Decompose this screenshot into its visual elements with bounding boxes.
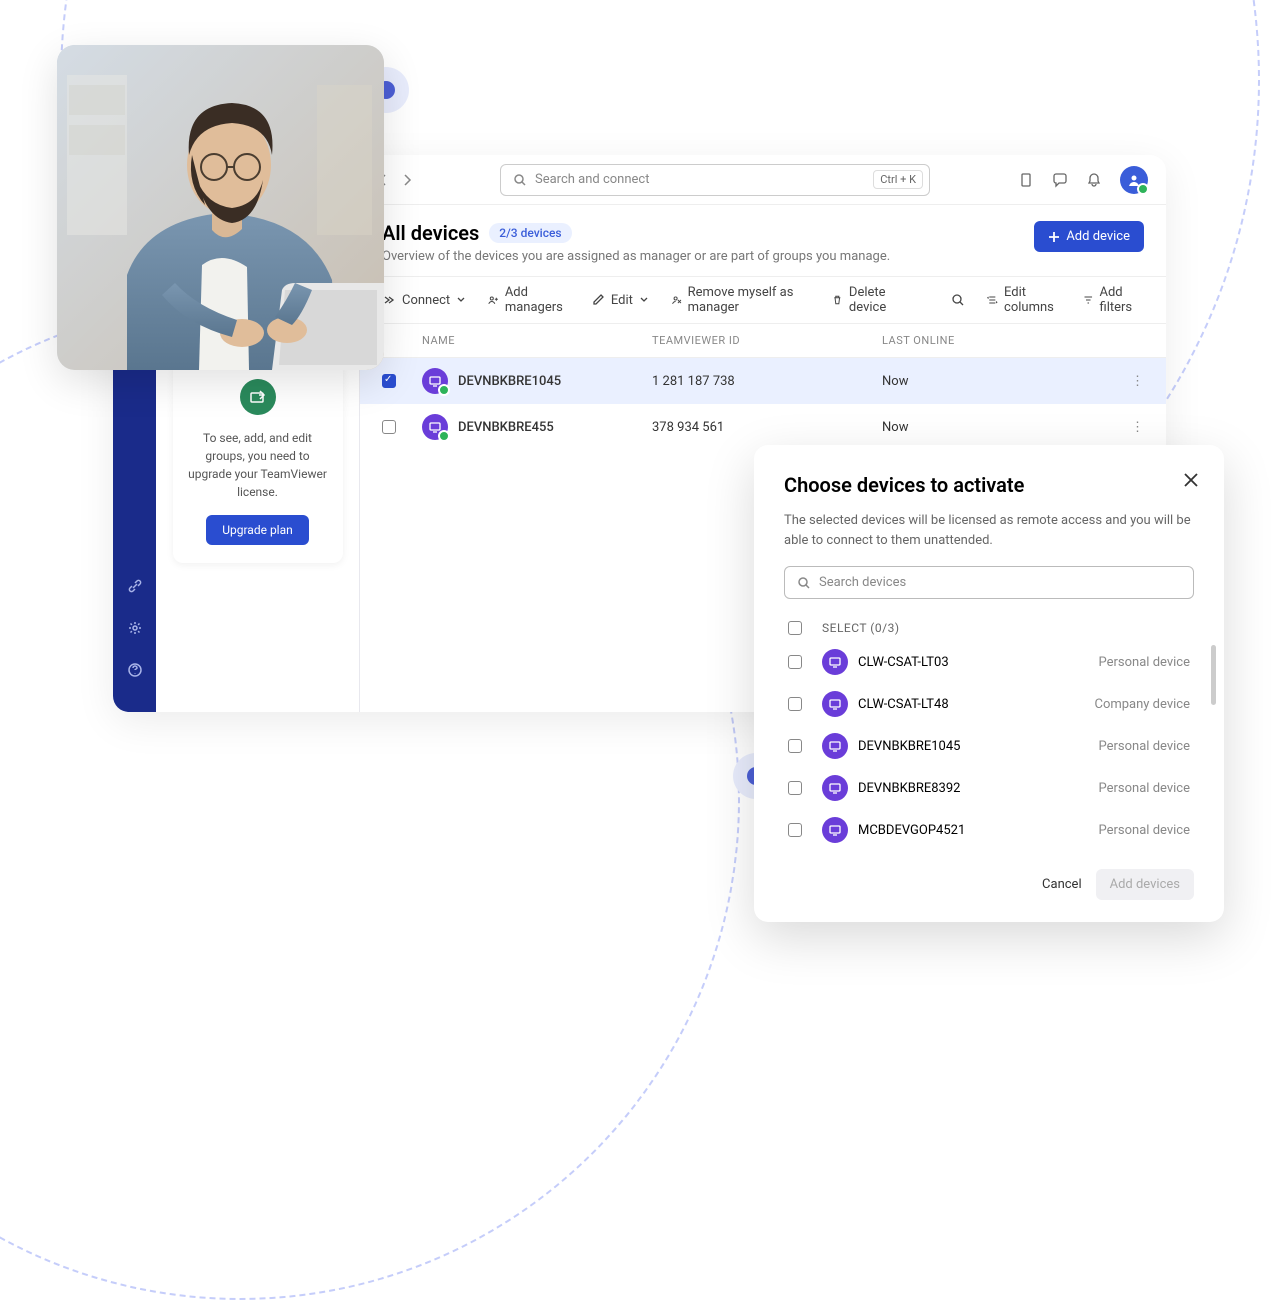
list-item[interactable]: MCBDEVGOP4521 Personal device — [784, 809, 1194, 851]
table-row[interactable]: DEVNBKBRE455 378 934 561 Now ⋮ — [360, 404, 1166, 450]
edit-columns-button[interactable]: Edit columns — [987, 285, 1061, 315]
connect-button[interactable]: Connect — [382, 293, 466, 308]
select-label: SELECT (0/3) — [822, 621, 900, 635]
list-item[interactable]: DEVNBKBRE8392 Personal device — [784, 767, 1194, 809]
device-online: Now — [882, 420, 1114, 435]
remove-self-button[interactable]: Remove myself as manager — [671, 285, 810, 315]
add-managers-button[interactable]: Add managers — [488, 285, 569, 315]
col-id[interactable]: TEAMVIEWER ID — [652, 334, 882, 347]
device-icon — [822, 817, 848, 843]
bell-icon[interactable] — [1086, 172, 1102, 188]
search-placeholder: Search and connect — [535, 172, 650, 187]
item-type: Personal device — [1099, 739, 1190, 754]
item-checkbox[interactable] — [788, 655, 802, 669]
row-menu-icon[interactable]: ⋮ — [1114, 374, 1144, 389]
list-item[interactable]: CLW-CSAT-LT48 Company device — [784, 683, 1194, 725]
modal-desc: The selected devices will be licensed as… — [784, 511, 1194, 550]
chat-icon[interactable] — [1052, 172, 1068, 188]
select-all-checkbox[interactable] — [788, 621, 802, 635]
item-name: CLW-CSAT-LT03 — [858, 655, 949, 670]
modal-title: Choose devices to activate — [784, 473, 1194, 497]
upgrade-text: To see, add, and edit groups, you need t… — [187, 429, 329, 501]
search-input[interactable]: Search and connect Ctrl + K — [500, 164, 930, 196]
upgrade-button[interactable]: Upgrade plan — [206, 515, 309, 545]
folder-share-icon — [240, 379, 276, 415]
device-count-badge: 2/3 devices — [489, 223, 571, 243]
modal-search-input[interactable]: Search devices — [784, 566, 1194, 599]
edit-button[interactable]: Edit — [591, 293, 649, 308]
device-icon — [822, 649, 848, 675]
list-item[interactable]: DEVNBKBRE1045 Personal device — [784, 725, 1194, 767]
table-row[interactable]: DEVNBKBRE1045 1 281 187 738 Now ⋮ — [360, 358, 1166, 404]
item-checkbox[interactable] — [788, 823, 802, 837]
plus-icon — [1048, 231, 1060, 243]
device-icon — [822, 733, 848, 759]
sidebar-icon-gear[interactable] — [125, 618, 145, 638]
upgrade-card: To see, add, and edit groups, you need t… — [173, 361, 343, 563]
add-devices-button[interactable]: Add devices — [1096, 869, 1194, 900]
device-icon — [422, 368, 448, 394]
sidebar-icon-help[interactable] — [125, 660, 145, 680]
close-icon[interactable] — [1182, 471, 1200, 489]
page-title: All devices — [382, 221, 479, 245]
search-toggle[interactable] — [951, 293, 965, 307]
item-type: Personal device — [1099, 823, 1190, 838]
item-name: CLW-CSAT-LT48 — [858, 697, 949, 712]
device-name: DEVNBKBRE455 — [458, 420, 554, 435]
device-online: Now — [882, 374, 1114, 389]
avatar[interactable] — [1120, 166, 1148, 194]
item-name: DEVNBKBRE1045 — [858, 739, 960, 754]
cancel-button[interactable]: Cancel — [1042, 877, 1082, 892]
activate-devices-modal: Choose devices to activate The selected … — [754, 445, 1224, 922]
device-icon — [822, 691, 848, 717]
scrollbar[interactable] — [1211, 645, 1216, 705]
device-name: DEVNBKBRE1045 — [458, 374, 561, 389]
add-filters-button[interactable]: Add filters — [1083, 285, 1144, 315]
search-icon — [513, 173, 527, 187]
list-item[interactable]: CLW-CSAT-LT03 Personal device — [784, 641, 1194, 683]
chevron-down-icon — [456, 295, 466, 305]
item-type: Personal device — [1099, 655, 1190, 670]
device-id: 378 934 561 — [652, 420, 882, 435]
nav-forward-icon[interactable] — [402, 173, 412, 187]
col-name[interactable]: NAME — [422, 334, 652, 347]
device-id: 1 281 187 738 — [652, 374, 882, 389]
hero-photo — [57, 45, 384, 370]
item-type: Company device — [1094, 697, 1190, 712]
delete-device-button[interactable]: Delete device — [832, 285, 907, 315]
search-shortcut: Ctrl + K — [873, 170, 923, 189]
item-checkbox[interactable] — [788, 781, 802, 795]
item-name: MCBDEVGOP4521 — [858, 823, 965, 838]
row-checkbox[interactable] — [382, 420, 396, 434]
item-checkbox[interactable] — [788, 697, 802, 711]
sidebar-icon-link[interactable] — [125, 576, 145, 596]
device-icon — [822, 775, 848, 801]
item-type: Personal device — [1099, 781, 1190, 796]
chevron-down-icon — [639, 295, 649, 305]
page-subtitle: Overview of the devices you are assigned… — [382, 249, 890, 264]
device-icon — [422, 414, 448, 440]
row-menu-icon[interactable]: ⋮ — [1114, 420, 1144, 435]
add-device-button[interactable]: Add device — [1034, 221, 1144, 252]
device-icon[interactable] — [1018, 172, 1034, 188]
item-checkbox[interactable] — [788, 739, 802, 753]
search-icon — [797, 576, 811, 590]
row-checkbox[interactable] — [382, 374, 396, 388]
item-name: DEVNBKBRE8392 — [858, 781, 960, 796]
col-online[interactable]: LAST ONLINE — [882, 334, 1114, 347]
